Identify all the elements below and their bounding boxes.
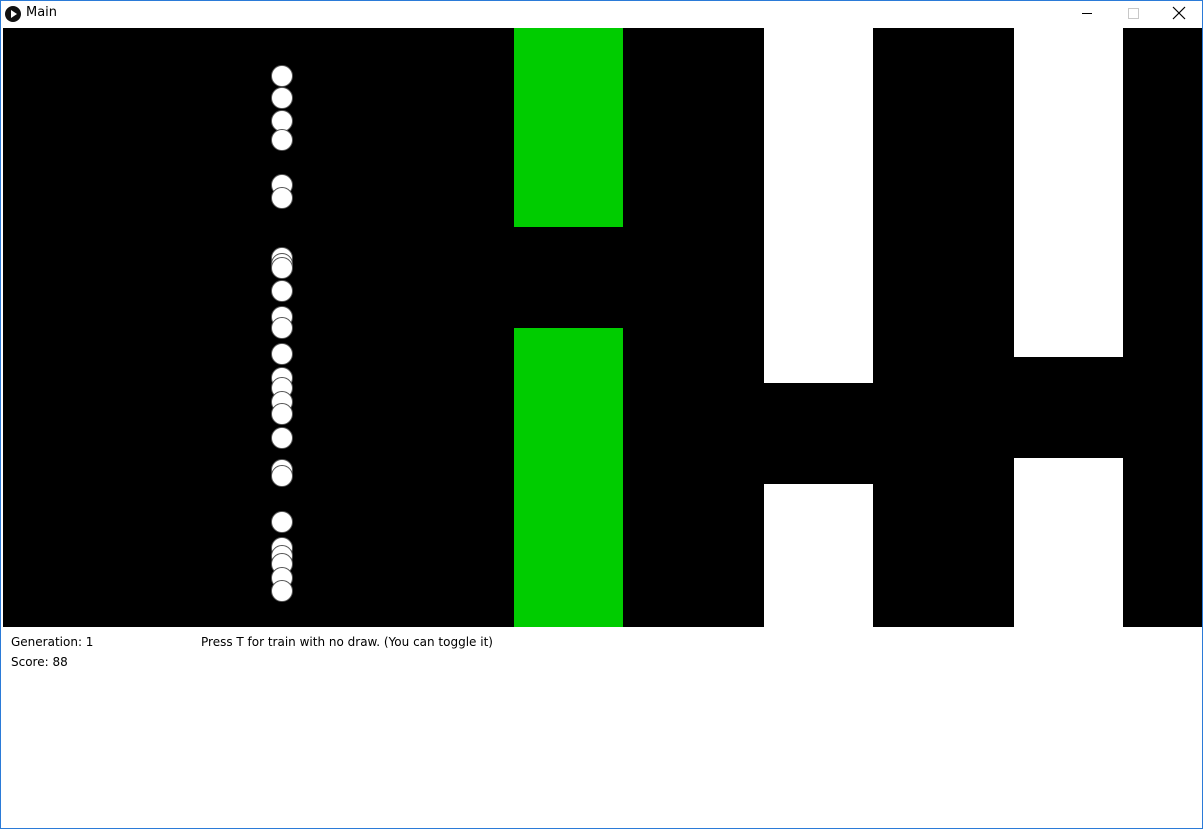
bird: [271, 280, 293, 302]
title-bar[interactable]: Main: [1, 1, 1202, 26]
pipe-top: [764, 28, 873, 383]
bird: [271, 465, 293, 487]
bird: [271, 343, 293, 365]
window-title: Main: [26, 5, 58, 20]
close-icon: [1172, 6, 1186, 20]
bird: [271, 317, 293, 339]
pipe-top: [1014, 28, 1123, 357]
bird: [271, 129, 293, 151]
score-label: Score: 88: [11, 655, 68, 669]
app-window: Main Generation: 1 Score: 88 Press T for…: [0, 0, 1203, 829]
pipe-top-active: [514, 28, 623, 227]
bird: [271, 511, 293, 533]
minimize-button[interactable]: [1064, 1, 1110, 26]
bird: [271, 187, 293, 209]
generation-label: Generation: 1: [11, 635, 94, 649]
game-canvas[interactable]: [3, 28, 1202, 627]
bird: [271, 427, 293, 449]
close-button[interactable]: [1156, 1, 1202, 26]
maximize-icon: [1128, 8, 1139, 19]
play-app-icon: [5, 6, 21, 22]
pipe-bottom: [764, 484, 873, 627]
hint-label: Press T for train with no draw. (You can…: [201, 635, 493, 649]
minimize-icon: [1082, 13, 1092, 14]
bird: [271, 257, 293, 279]
bird: [271, 87, 293, 109]
bird: [271, 403, 293, 425]
bird: [271, 580, 293, 602]
maximize-button[interactable]: [1110, 1, 1156, 26]
pipe-bottom: [1014, 458, 1123, 627]
pipe-bottom-active: [514, 328, 623, 627]
bird: [271, 65, 293, 87]
